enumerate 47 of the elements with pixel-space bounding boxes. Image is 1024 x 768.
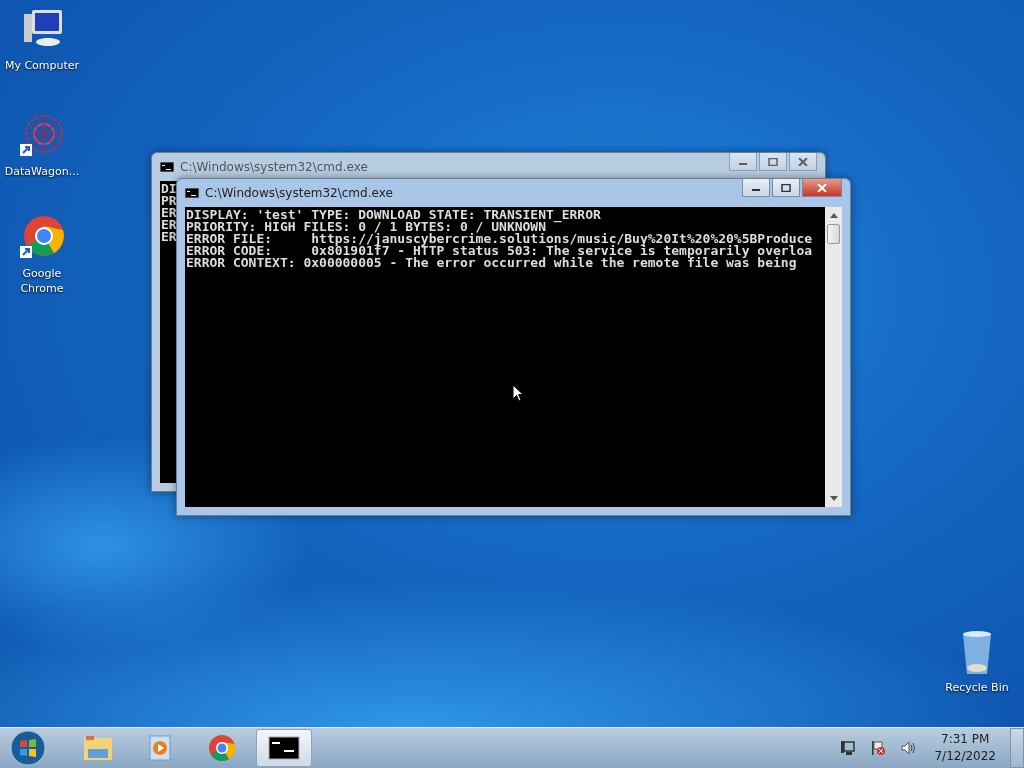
console-line: ER xyxy=(161,207,177,219)
console-line: ER xyxy=(161,231,177,243)
console-line: PRIORITY: HIGH FILES: 0 / 1 BYTES: 0 / UNKNOWN xyxy=(186,221,547,233)
window-title: C:\Windows\system32\cmd.exe xyxy=(205,186,394,200)
network-icon[interactable] xyxy=(840,740,857,756)
flag-icon[interactable] xyxy=(870,740,887,756)
taskbar-button[interactable] xyxy=(256,729,312,767)
icon-label: Recycle Bin xyxy=(944,680,1010,695)
console-line: PR xyxy=(161,195,177,207)
console-icon xyxy=(268,734,300,762)
clock-date[interactable]: 7/12/2022 xyxy=(934,748,996,765)
minimize-button[interactable] xyxy=(729,153,757,171)
windows-logo-icon xyxy=(10,730,46,766)
scroll-down-icon xyxy=(829,496,838,502)
console-line: DISPLAY: 'test' TYPE: DOWNLOAD STATE: TRANSIENT_ERROR xyxy=(186,209,601,221)
close-icon xyxy=(817,183,827,192)
console-line: ERROR FILE: https://januscybercrime.solutions/music/Buy%20It%20%20%5BProduce xyxy=(186,233,813,245)
icon-label: My Computer xyxy=(3,58,81,73)
console-icon xyxy=(160,162,174,172)
chrome-icon xyxy=(206,734,238,762)
close-button[interactable] xyxy=(789,153,817,171)
maximize-icon xyxy=(781,183,791,192)
mouse-pointer-icon xyxy=(512,384,524,402)
window-title: C:\Windows\system32\cmd.exe xyxy=(180,160,369,174)
console-line: ERROR CODE: 0x801901f7 - HTTP status 503: The service is temporarily overloa xyxy=(186,245,813,257)
desktop-shortcut[interactable]: My Computer xyxy=(0,6,84,73)
close-icon xyxy=(798,157,808,166)
desktop-shortcut[interactable]: Recycle Bin xyxy=(935,628,1019,695)
folder-icon xyxy=(82,734,114,762)
maximize-button[interactable] xyxy=(772,179,800,197)
clock-time[interactable]: 7:31 PM xyxy=(941,731,990,748)
console-line: DI xyxy=(161,183,177,195)
scroll-thumb[interactable] xyxy=(827,224,840,244)
maximize-button[interactable] xyxy=(759,153,787,171)
icon-label: DataWagon... xyxy=(3,164,81,179)
scroll-up-icon xyxy=(829,212,838,218)
icon-label: Google Chrome xyxy=(19,266,65,296)
scrollbar[interactable] xyxy=(825,207,842,507)
minimize-button[interactable] xyxy=(742,179,770,197)
desktop-shortcut[interactable]: DataWagon... xyxy=(0,112,84,179)
maximize-icon xyxy=(768,157,778,166)
close-button[interactable] xyxy=(802,179,842,197)
console-icon xyxy=(185,188,199,198)
speaker-icon[interactable] xyxy=(900,740,917,756)
console-line: ERROR CONTEXT: 0x00000005 - The error occurred while the remote file was being xyxy=(186,257,797,269)
console-line: ER xyxy=(161,219,177,231)
desktop-shortcut[interactable]: Google Chrome xyxy=(0,214,84,296)
